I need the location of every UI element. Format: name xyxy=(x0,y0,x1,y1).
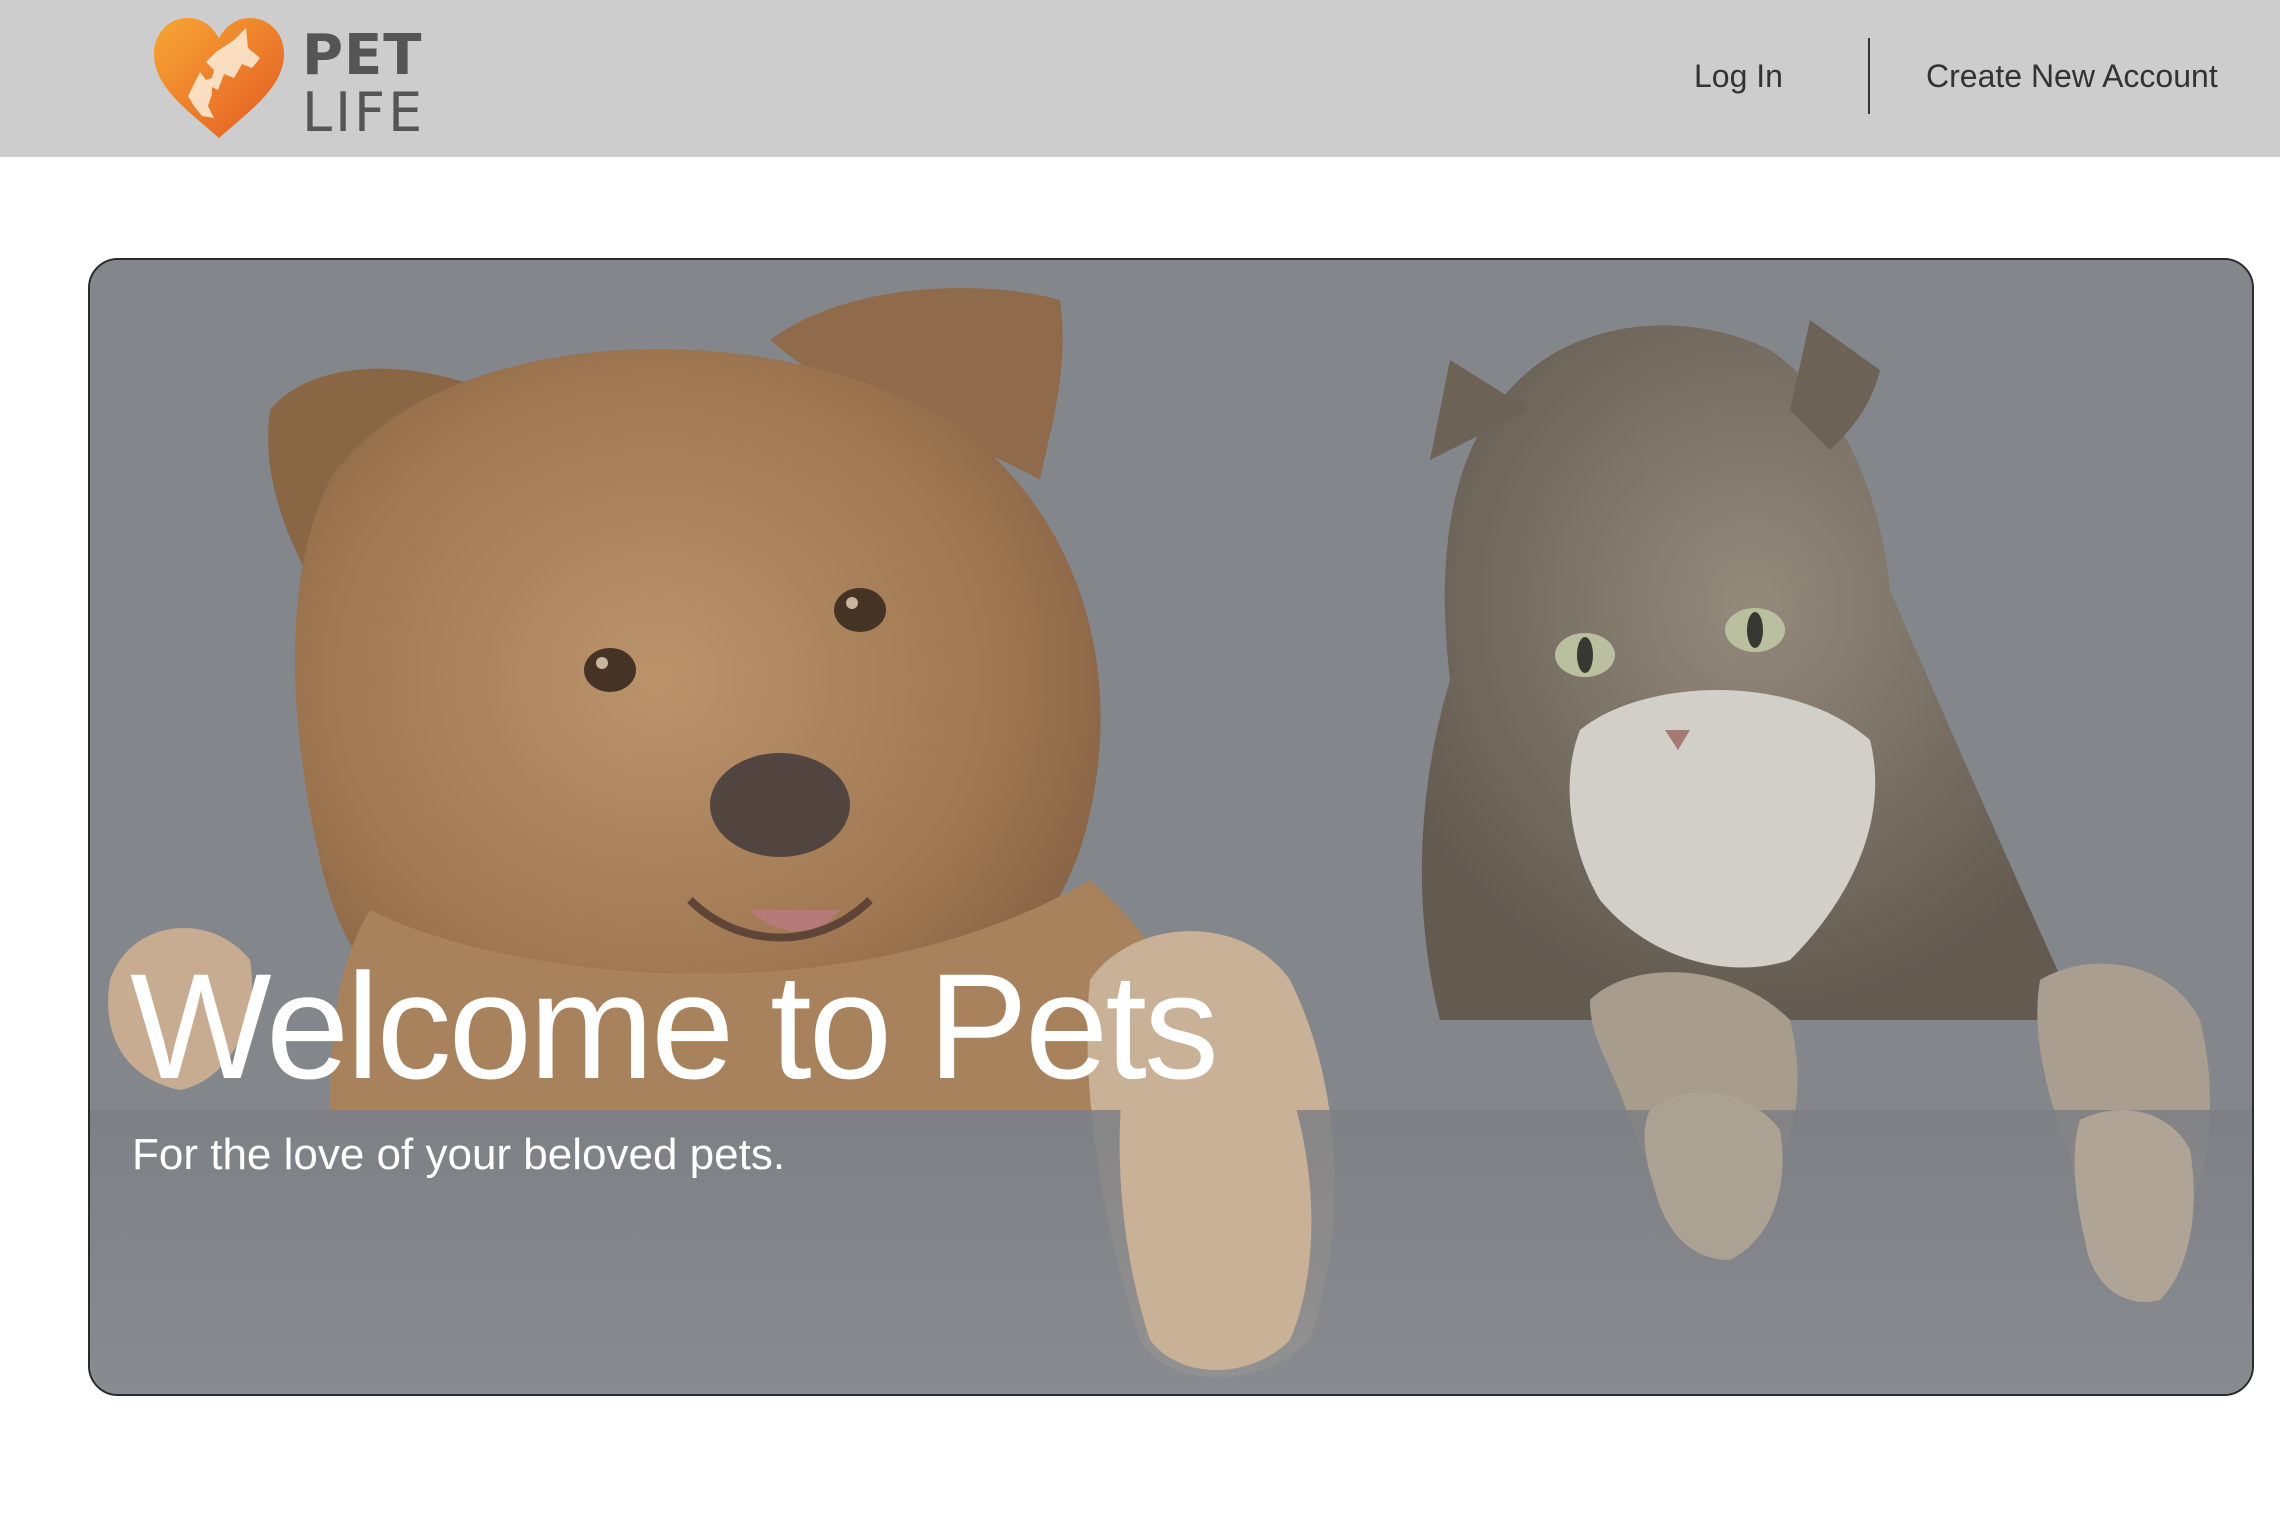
create-account-link[interactable]: Create New Account xyxy=(1926,58,2218,95)
hero-overlay xyxy=(90,260,2252,1394)
hero-subtitle: For the love of your beloved pets. xyxy=(132,1130,786,1179)
hero-title: Welcome to Pets xyxy=(130,942,1219,1110)
top-nav: Log In Create New Account xyxy=(0,0,2280,157)
site-header: PET LIFE Log In Create New Account xyxy=(0,0,2280,157)
hero-banner: Welcome to Pets For the love of your bel… xyxy=(88,258,2254,1396)
nav-divider xyxy=(1868,38,1870,114)
login-link[interactable]: Log In xyxy=(1694,58,1783,95)
